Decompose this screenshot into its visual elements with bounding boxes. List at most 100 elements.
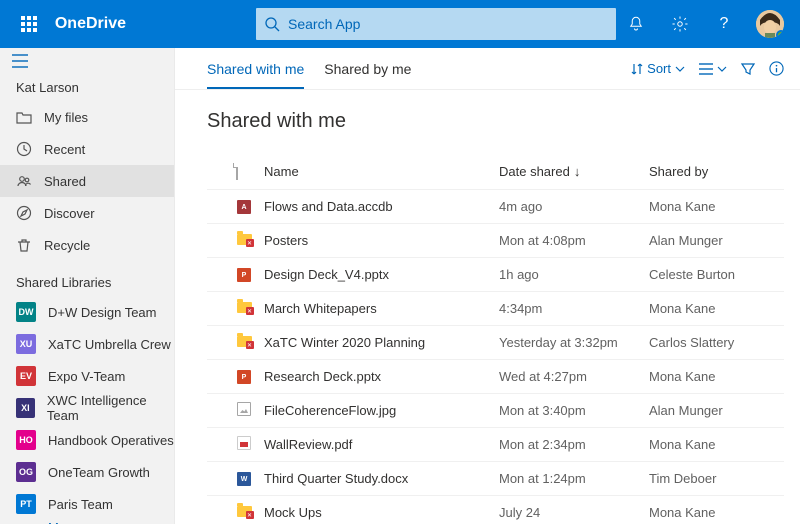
file-type-icon: P (235, 257, 263, 291)
top-bar: OneDrive ? (0, 0, 800, 48)
nav-item-recycle[interactable]: Recycle (0, 229, 174, 261)
files-table: Name Date shared↓ Shared by AFlows and D… (207, 155, 784, 524)
table-row[interactable]: WThird Quarter Study.docxMon at 1:24pmTi… (207, 461, 784, 495)
table-header-row: Name Date shared↓ Shared by (207, 155, 784, 189)
library-tile-icon: EV (16, 366, 36, 386)
library-item[interactable]: DWD+W Design Team (0, 296, 174, 328)
hamburger-icon (12, 54, 28, 68)
waffle-icon (21, 16, 37, 32)
table-row[interactable]: ✕March Whitepapers4:34pmMona Kane (207, 291, 784, 325)
file-name[interactable]: FileCoherenceFlow.jpg (263, 393, 498, 427)
file-type-icon: ✕ (235, 325, 263, 359)
compass-icon (16, 205, 32, 221)
file-date-shared: Wed at 4:27pm (498, 359, 648, 393)
library-label: Paris Team (48, 497, 113, 512)
file-shared-by: Alan Munger (648, 393, 784, 427)
help-button[interactable]: ? (704, 0, 744, 48)
table-row[interactable]: ✕XaTC Winter 2020 PlanningYesterday at 3… (207, 325, 784, 359)
file-date-shared: Yesterday at 3:32pm (498, 325, 648, 359)
nav-toggle-button[interactable] (0, 54, 40, 68)
file-name[interactable]: Mock Ups (263, 495, 498, 524)
chevron-down-icon (717, 64, 727, 74)
file-name[interactable]: Posters (263, 223, 498, 257)
search-input[interactable] (288, 16, 616, 32)
sort-label: Sort (647, 61, 671, 76)
pivot-shared-with-me[interactable]: Shared with me (207, 48, 304, 89)
chevron-down-icon (675, 64, 685, 74)
file-shared-by: Mona Kane (648, 291, 784, 325)
question-icon: ? (720, 15, 729, 33)
table-row[interactable]: AFlows and Data.accdb4m agoMona Kane (207, 189, 784, 223)
file-date-shared: 1h ago (498, 257, 648, 291)
sort-desc-icon: ↓ (574, 164, 581, 179)
table-row[interactable]: ✕Mock UpsJuly 24Mona Kane (207, 495, 784, 524)
library-tile-icon: OG (16, 462, 36, 482)
file-shared-by: Carlos Slattery (648, 325, 784, 359)
file-date-shared: July 24 (498, 495, 648, 524)
library-label: OneTeam Growth (48, 465, 150, 480)
file-shared-by: Alan Munger (648, 223, 784, 257)
settings-button[interactable] (660, 0, 700, 48)
filter-button[interactable] (741, 62, 755, 76)
file-shared-by: Mona Kane (648, 359, 784, 393)
nav-item-label: Recycle (44, 238, 90, 253)
file-shared-by: Mona Kane (648, 427, 784, 461)
library-item[interactable]: HOHandbook Operatives (0, 424, 174, 456)
column-header-name[interactable]: Name (263, 155, 498, 189)
table-row[interactable]: ✕PostersMon at 4:08pmAlan Munger (207, 223, 784, 257)
column-header-filetype[interactable] (235, 155, 263, 189)
library-label: XWC Intelligence Team (47, 393, 174, 423)
command-bar: Shared with me Shared by me Sort (175, 48, 800, 90)
file-shared-by: Mona Kane (648, 495, 784, 524)
table-row[interactable]: WallReview.pdfMon at 2:34pmMona Kane (207, 427, 784, 461)
file-name[interactable]: WallReview.pdf (263, 427, 498, 461)
nav-item-label: Recent (44, 142, 85, 157)
library-tile-icon: XI (16, 398, 35, 418)
search-box[interactable] (256, 8, 616, 40)
column-header-date[interactable]: Date shared↓ (498, 155, 648, 189)
table-row[interactable]: PResearch Deck.pptxWed at 4:27pmMona Kan… (207, 359, 784, 393)
current-user-label: Kat Larson (0, 74, 174, 101)
nav-item-discover[interactable]: Discover (0, 197, 174, 229)
recycle-icon (16, 237, 32, 253)
file-shared-by: Mona Kane (648, 189, 784, 223)
sort-button[interactable]: Sort (631, 61, 685, 76)
library-item[interactable]: OG OneTeam Growth (0, 456, 174, 488)
file-date-shared: Mon at 3:40pm (498, 393, 648, 427)
nav-item-recent[interactable]: Recent (0, 133, 174, 165)
table-row[interactable]: FileCoherenceFlow.jpgMon at 3:40pmAlan M… (207, 393, 784, 427)
library-item[interactable]: PTParis Team (0, 488, 174, 520)
file-name[interactable]: Research Deck.pptx (263, 359, 498, 393)
filter-icon (741, 62, 755, 76)
notifications-button[interactable] (616, 0, 656, 48)
library-item[interactable]: XI XWC Intelligence Team (0, 392, 174, 424)
file-name[interactable]: XaTC Winter 2020 Planning (263, 325, 498, 359)
file-type-icon: ✕ (235, 223, 263, 257)
nav-item-label: My files (44, 110, 88, 125)
view-options-button[interactable] (699, 63, 727, 75)
library-tile-icon: DW (16, 302, 36, 322)
search-icon (256, 16, 288, 32)
library-item[interactable]: XUXaTC Umbrella Crew (0, 328, 174, 360)
library-label: Handbook Operatives (48, 433, 174, 448)
column-header-sharedby[interactable]: Shared by (648, 155, 784, 189)
file-name[interactable]: Design Deck_V4.pptx (263, 257, 498, 291)
pivot-shared-by-me[interactable]: Shared by me (324, 48, 411, 89)
details-pane-button[interactable] (769, 61, 784, 76)
file-name[interactable]: Flows and Data.accdb (263, 189, 498, 223)
more-libraries-link[interactable]: More (0, 520, 174, 524)
gear-icon (671, 15, 689, 33)
file-date-shared: 4:34pm (498, 291, 648, 325)
page-title: Shared with me (207, 110, 784, 133)
people-icon (16, 173, 32, 189)
file-name[interactable]: Third Quarter Study.docx (263, 461, 498, 495)
library-label: XaTC Umbrella Crew (48, 337, 171, 352)
library-item[interactable]: EVExpo V-Team (0, 360, 174, 392)
file-name[interactable]: March Whitepapers (263, 291, 498, 325)
account-avatar[interactable] (756, 10, 784, 38)
nav-item-shared[interactable]: Shared (0, 165, 174, 197)
table-row[interactable]: PDesign Deck_V4.pptx1h agoCeleste Burton (207, 257, 784, 291)
app-launcher-button[interactable] (8, 0, 51, 48)
nav-item-myfiles[interactable]: My files (0, 101, 174, 133)
content-area: Shared with me Name Date shared↓ Shared … (175, 90, 800, 524)
